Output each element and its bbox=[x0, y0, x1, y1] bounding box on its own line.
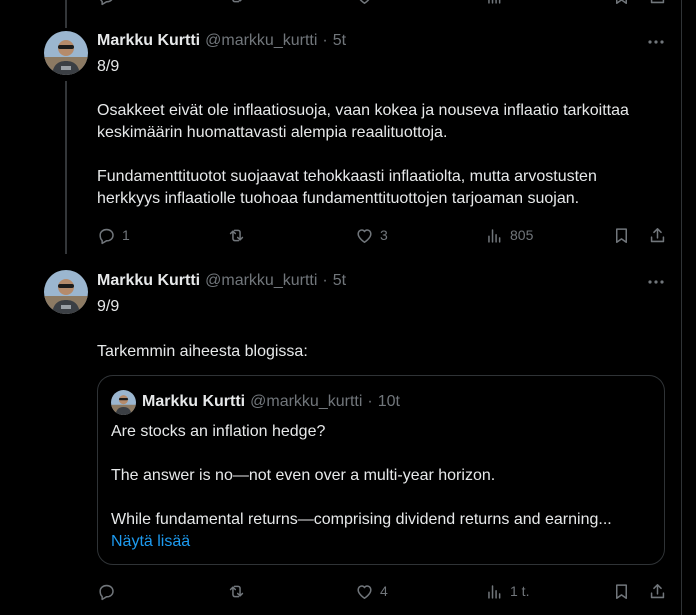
author-name[interactable]: Markku Kurtti bbox=[97, 32, 200, 50]
views-icon bbox=[488, 228, 501, 243]
reply-icon bbox=[99, 584, 114, 600]
more-icon bbox=[648, 280, 664, 284]
heart-icon bbox=[357, 584, 372, 599]
column-border bbox=[681, 0, 682, 615]
author-handle[interactable]: @markku_kurtti bbox=[205, 32, 317, 50]
repost-icon bbox=[229, 585, 244, 597]
like-button[interactable]: 3 bbox=[355, 223, 388, 247]
view-count: 805 bbox=[510, 227, 534, 243]
quote-text-line: Are stocks an inflation hedge? bbox=[111, 423, 326, 440]
tweet-header: Markku Kurtti @markku_kurtti · 5t bbox=[97, 270, 346, 292]
heart-icon bbox=[360, 0, 369, 4]
tweet-text-line: 9/9 bbox=[97, 298, 120, 315]
quote-timestamp: 10t bbox=[377, 393, 400, 410]
quote-avatar[interactable] bbox=[111, 390, 136, 415]
tweet-text-line: keskimäärin huomattavasti alempia reaali… bbox=[97, 124, 448, 141]
view-count: 1 t. bbox=[510, 583, 530, 599]
separator: · bbox=[322, 32, 328, 49]
heart-icon bbox=[357, 228, 372, 243]
avatar[interactable] bbox=[44, 270, 88, 314]
tweet-header: Markku Kurtti @markku_kurtti · 5t bbox=[97, 30, 346, 52]
timestamp[interactable]: 5t bbox=[333, 32, 346, 50]
repost-button[interactable] bbox=[227, 579, 252, 603]
avatar-photo bbox=[111, 390, 136, 415]
separator: · bbox=[367, 393, 373, 410]
timeline: Markku Kurtti @markku_kurtti · 5t 8/9 Os… bbox=[0, 0, 696, 615]
like-button[interactable] bbox=[355, 0, 374, 8]
share-icon bbox=[650, 583, 665, 598]
avatar[interactable] bbox=[44, 31, 88, 75]
bookmark-icon bbox=[615, 0, 628, 4]
avatar-photo bbox=[44, 270, 88, 314]
share-button[interactable] bbox=[648, 223, 667, 247]
share-icon bbox=[650, 227, 665, 242]
tweet-text-line: Tarkemmin aiheesta blogissa: bbox=[97, 343, 308, 360]
separator: · bbox=[322, 272, 328, 289]
prev-tweet-actions bbox=[97, 0, 667, 8]
tweet-actions: 4 1 t. bbox=[97, 579, 667, 603]
bookmark-button[interactable] bbox=[612, 223, 631, 247]
repost-icon bbox=[232, 0, 242, 2]
views-icon bbox=[488, 0, 501, 4]
repost-button[interactable] bbox=[227, 0, 246, 8]
timestamp[interactable]: 5t bbox=[333, 272, 346, 290]
reply-count: 1 bbox=[122, 227, 130, 243]
bookmark-button[interactable] bbox=[612, 0, 631, 8]
share-button[interactable] bbox=[648, 0, 667, 8]
views-button[interactable]: 1 t. bbox=[485, 579, 529, 603]
quote-header: Markku Kurtti @markku_kurtti · 10t bbox=[142, 391, 400, 413]
more-button[interactable] bbox=[646, 272, 666, 292]
tweet-text-line: Osakkeet eivät ole inflaatiosuoja, vaan … bbox=[97, 102, 629, 119]
avatar-photo bbox=[44, 31, 88, 75]
quote-author-name: Markku Kurtti bbox=[142, 393, 246, 410]
quote-text-line: While fundamental returns—comprising div… bbox=[111, 511, 612, 528]
like-button[interactable]: 4 bbox=[355, 579, 388, 603]
repost-button[interactable] bbox=[227, 223, 252, 247]
views-icon bbox=[488, 584, 501, 599]
author-handle[interactable]: @markku_kurtti bbox=[205, 272, 317, 290]
thread-line bbox=[65, 0, 67, 28]
repost-icon bbox=[229, 229, 244, 241]
tweet-text-line: Fundamenttituotot suojaavat tehokkaasti … bbox=[97, 168, 597, 185]
thread-line bbox=[65, 81, 67, 254]
more-icon bbox=[648, 40, 664, 44]
reply-button[interactable] bbox=[97, 0, 116, 8]
quote-author-handle: @markku_kurtti bbox=[250, 393, 363, 410]
bookmark-icon bbox=[615, 583, 628, 599]
views-button[interactable] bbox=[485, 0, 504, 8]
author-name[interactable]: Markku Kurtti bbox=[97, 272, 200, 290]
reply-icon bbox=[100, 0, 112, 5]
tweet-actions: 1 3 805 bbox=[97, 223, 667, 247]
reply-icon bbox=[99, 228, 114, 244]
bookmark-icon bbox=[615, 227, 628, 243]
reply-button[interactable] bbox=[97, 579, 122, 603]
show-more-link[interactable]: Näytä lisää bbox=[111, 531, 190, 553]
quoted-tweet[interactable]: Markku Kurtti @markku_kurtti · 10t Are s… bbox=[97, 375, 665, 565]
like-count: 4 bbox=[380, 583, 388, 599]
share-button[interactable] bbox=[648, 579, 667, 603]
tweet-text-line: 8/9 bbox=[97, 58, 120, 75]
bookmark-button[interactable] bbox=[612, 579, 631, 603]
more-button[interactable] bbox=[646, 32, 666, 52]
quote-text-line: The answer is no—not even over a multi-y… bbox=[111, 467, 496, 484]
tweet-text-line: herkkyys inflaatiolle tuohoaa fundamentt… bbox=[97, 190, 580, 207]
like-count: 3 bbox=[380, 227, 388, 243]
share-icon bbox=[650, 0, 665, 3]
views-button[interactable]: 805 bbox=[485, 223, 533, 247]
reply-button[interactable]: 1 bbox=[97, 223, 130, 247]
